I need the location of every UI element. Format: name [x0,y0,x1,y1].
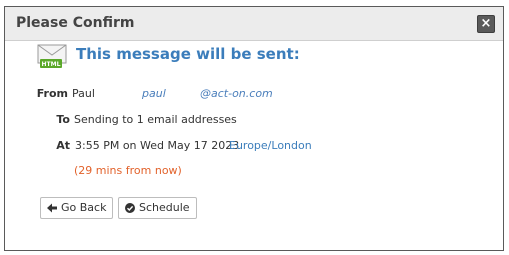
go-back-label: Go Back [61,201,107,214]
check-circle-icon [125,203,135,213]
svg-text:HTML: HTML [42,61,61,68]
from-name: Paul [72,87,95,100]
dialog-titlebar: Please Confirm × [5,7,503,41]
from-label: From [36,87,68,100]
from-domain: @act-on.com [200,87,273,100]
message-heading-row: HTML This message will be sent: [36,41,336,71]
dialog-title: Please Confirm [16,15,135,31]
schedule-button[interactable]: Schedule [118,197,197,219]
html-email-icon: HTML [37,44,67,68]
from-row: From Paul paul @act-on.com [0,87,509,101]
at-row: At 3:55 PM on Wed May 17 2023 Europe/Lon… [0,139,509,153]
to-label: To [56,113,70,126]
schedule-label: Schedule [139,201,190,214]
timezone-link[interactable]: Europe/London [229,139,312,152]
to-value: Sending to 1 email addresses [74,113,237,126]
message-heading: This message will be sent: [76,45,300,63]
relative-time-row: (29 mins from now) [0,164,509,178]
from-user: paul [142,87,166,100]
relative-time: (29 mins from now) [74,164,182,177]
close-button[interactable]: × [477,15,495,33]
arrow-left-icon [47,203,57,213]
at-value: 3:55 PM on Wed May 17 2023 [75,139,240,152]
at-label: At [56,139,70,152]
to-row: To Sending to 1 email addresses [0,113,509,127]
close-icon: × [480,16,492,31]
go-back-button[interactable]: Go Back [40,197,114,219]
